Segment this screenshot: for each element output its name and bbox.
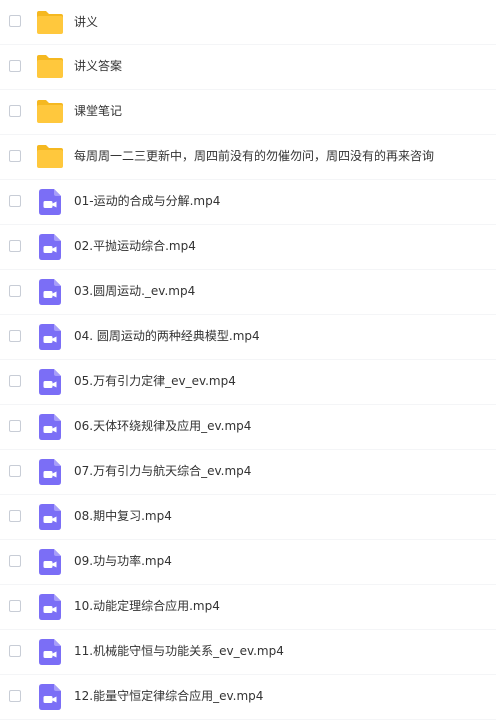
file-checkbox[interactable]	[9, 60, 21, 72]
folder-icon	[36, 144, 64, 169]
video-file-icon	[39, 324, 61, 350]
video-file-icon	[39, 549, 61, 575]
video-file-icon	[39, 279, 61, 305]
file-name[interactable]: 09.功与功率.mp4	[74, 553, 172, 569]
file-row[interactable]: 12.能量守恒定律综合应用_ev.mp4	[0, 675, 496, 720]
file-checkbox[interactable]	[9, 555, 21, 567]
file-row[interactable]: 08.期中复习.mp4	[0, 495, 496, 540]
file-row[interactable]: 课堂笔记	[0, 90, 496, 135]
file-row[interactable]: 04. 圆周运动的两种经典模型.mp4	[0, 315, 496, 360]
file-name[interactable]: 04. 圆周运动的两种经典模型.mp4	[74, 328, 260, 344]
file-checkbox[interactable]	[9, 105, 21, 117]
video-file-icon	[39, 234, 61, 260]
file-checkbox[interactable]	[9, 600, 21, 612]
file-row[interactable]: 05.万有引力定律_ev_ev.mp4	[0, 360, 496, 405]
folder-icon	[36, 99, 64, 124]
file-row[interactable]: 每周周一二三更新中，周四前没有的勿催勿问，周四没有的再来咨询	[0, 135, 496, 180]
file-checkbox[interactable]	[9, 240, 21, 252]
file-row[interactable]: 讲义	[0, 2, 496, 45]
file-row[interactable]: 讲义答案	[0, 45, 496, 90]
file-checkbox[interactable]	[9, 330, 21, 342]
video-file-icon	[39, 414, 61, 440]
file-name[interactable]: 课堂笔记	[74, 103, 122, 119]
video-file-icon	[39, 459, 61, 485]
file-name[interactable]: 12.能量守恒定律综合应用_ev.mp4	[74, 688, 263, 704]
file-name[interactable]: 03.圆周运动._ev.mp4	[74, 283, 195, 299]
file-checkbox[interactable]	[9, 465, 21, 477]
file-list: 讲义讲义答案课堂笔记每周周一二三更新中，周四前没有的勿催勿问，周四没有的再来咨询…	[0, 2, 496, 720]
file-row[interactable]: 10.动能定理综合应用.mp4	[0, 585, 496, 630]
file-checkbox[interactable]	[9, 195, 21, 207]
video-file-icon	[39, 504, 61, 530]
file-checkbox[interactable]	[9, 150, 21, 162]
file-name[interactable]: 05.万有引力定律_ev_ev.mp4	[74, 373, 236, 389]
file-row[interactable]: 11.机械能守恒与功能关系_ev_ev.mp4	[0, 630, 496, 675]
file-name[interactable]: 讲义答案	[74, 58, 122, 74]
file-name[interactable]: 02.平抛运动综合.mp4	[74, 238, 196, 254]
file-name[interactable]: 08.期中复习.mp4	[74, 508, 172, 524]
folder-icon	[36, 54, 64, 79]
file-checkbox[interactable]	[9, 510, 21, 522]
file-checkbox[interactable]	[9, 645, 21, 657]
file-row[interactable]: 09.功与功率.mp4	[0, 540, 496, 585]
file-checkbox[interactable]	[9, 375, 21, 387]
file-name[interactable]: 11.机械能守恒与功能关系_ev_ev.mp4	[74, 643, 284, 659]
file-checkbox[interactable]	[9, 15, 21, 27]
video-file-icon	[39, 189, 61, 215]
file-name[interactable]: 每周周一二三更新中，周四前没有的勿催勿问，周四没有的再来咨询	[74, 148, 434, 164]
video-file-icon	[39, 594, 61, 620]
file-row[interactable]: 06.天体环绕规律及应用_ev.mp4	[0, 405, 496, 450]
folder-icon	[36, 10, 64, 35]
file-row[interactable]: 07.万有引力与航天综合_ev.mp4	[0, 450, 496, 495]
video-file-icon	[39, 684, 61, 710]
file-name[interactable]: 06.天体环绕规律及应用_ev.mp4	[74, 418, 251, 434]
file-name[interactable]: 10.动能定理综合应用.mp4	[74, 598, 220, 614]
video-file-icon	[39, 369, 61, 395]
file-row[interactable]: 02.平抛运动综合.mp4	[0, 225, 496, 270]
file-checkbox[interactable]	[9, 285, 21, 297]
file-name[interactable]: 01-运动的合成与分解.mp4	[74, 193, 220, 209]
file-row[interactable]: 01-运动的合成与分解.mp4	[0, 180, 496, 225]
file-checkbox[interactable]	[9, 420, 21, 432]
file-name[interactable]: 讲义	[74, 14, 98, 30]
file-checkbox[interactable]	[9, 690, 21, 702]
file-name[interactable]: 07.万有引力与航天综合_ev.mp4	[74, 463, 251, 479]
file-row[interactable]: 03.圆周运动._ev.mp4	[0, 270, 496, 315]
video-file-icon	[39, 639, 61, 665]
